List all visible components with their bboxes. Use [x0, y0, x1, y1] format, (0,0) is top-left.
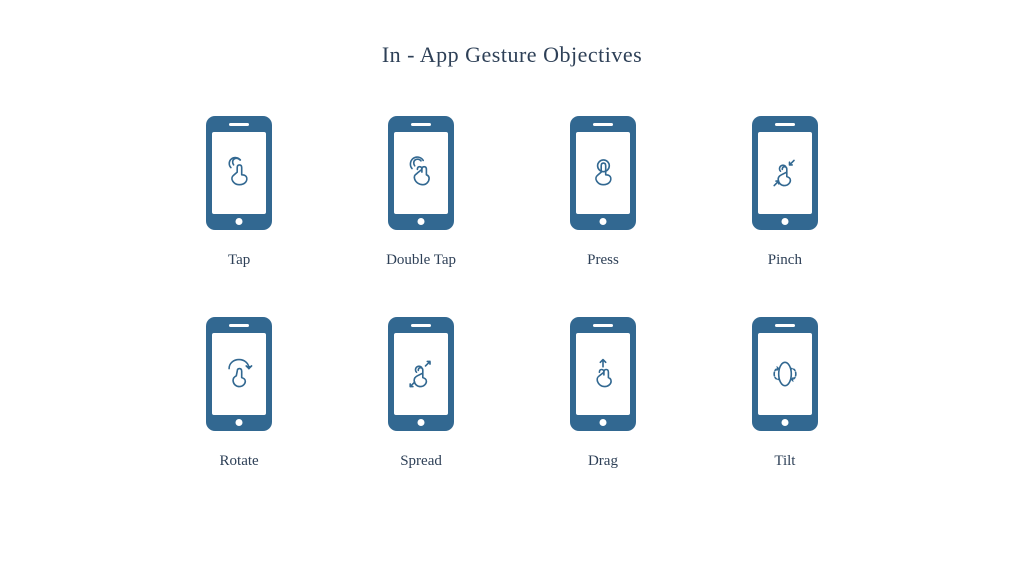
gesture-double-tap: Double Tap	[386, 116, 456, 269]
phone-screen	[576, 132, 630, 214]
phone-frame	[570, 116, 636, 230]
phone-screen	[212, 333, 266, 415]
gesture-label: Tap	[228, 252, 250, 269]
gesture-label: Double Tap	[386, 252, 456, 269]
drag-icon	[585, 356, 621, 392]
gesture-label: Rotate	[220, 453, 259, 470]
gesture-label: Press	[587, 252, 619, 269]
page-title: In - App Gesture Objectives	[382, 42, 642, 68]
gesture-drag: Drag	[568, 317, 638, 470]
phone-frame	[570, 317, 636, 431]
gesture-tilt: Tilt	[750, 317, 820, 470]
phone-frame	[752, 317, 818, 431]
phone-frame	[206, 317, 272, 431]
gesture-pinch: Pinch	[750, 116, 820, 269]
tap-icon	[221, 155, 257, 191]
gesture-label: Spread	[400, 453, 442, 470]
gesture-press: Press	[568, 116, 638, 269]
tilt-icon	[767, 356, 803, 392]
phone-screen	[576, 333, 630, 415]
pinch-icon	[767, 155, 803, 191]
gesture-label: Pinch	[768, 252, 802, 269]
phone-frame	[752, 116, 818, 230]
rotate-icon	[221, 356, 257, 392]
phone-frame	[388, 317, 454, 431]
phone-frame	[388, 116, 454, 230]
spread-icon	[403, 356, 439, 392]
gesture-label: Drag	[588, 453, 618, 470]
gesture-rotate: Rotate	[204, 317, 274, 470]
phone-screen	[394, 333, 448, 415]
phone-frame	[206, 116, 272, 230]
gesture-grid: Tap Double Tap Press	[204, 116, 820, 470]
gesture-tap: Tap	[204, 116, 274, 269]
gesture-label: Tilt	[774, 453, 795, 470]
phone-screen	[212, 132, 266, 214]
phone-screen	[758, 132, 812, 214]
phone-screen	[394, 132, 448, 214]
press-icon	[585, 155, 621, 191]
gesture-spread: Spread	[386, 317, 456, 470]
double-tap-icon	[403, 155, 439, 191]
phone-screen	[758, 333, 812, 415]
